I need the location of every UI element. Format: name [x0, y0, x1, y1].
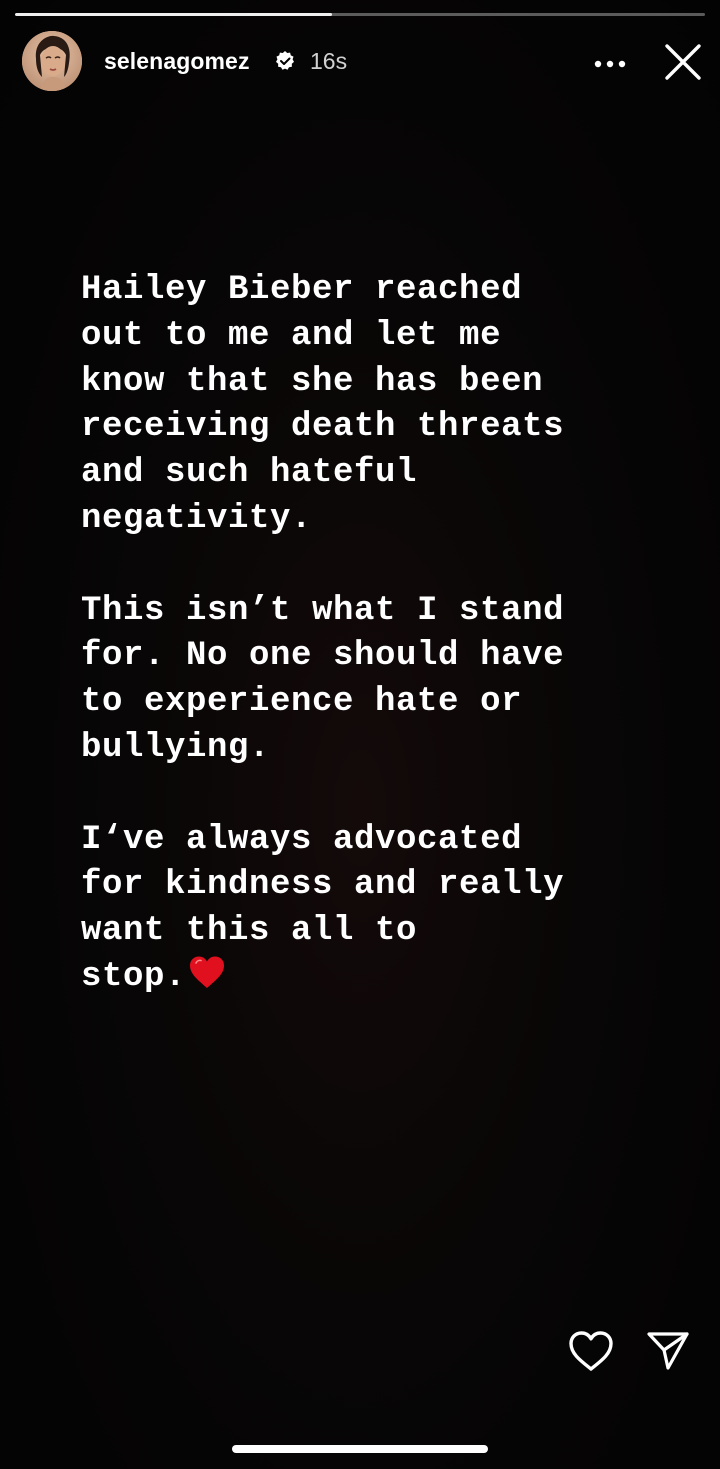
story-progress-bar [15, 13, 705, 16]
story-paragraph: This isn’t what I stand for. No one shou… [81, 591, 565, 767]
story-paragraph-text: I‘ve always advocated for kindness and r… [81, 820, 565, 996]
verified-badge-icon [274, 50, 296, 72]
avatar[interactable] [22, 31, 82, 91]
story-header: selenagomez 16s [20, 30, 710, 92]
red-heart-emoji [188, 955, 226, 989]
story-paragraph: I‘ve always advocated for kindness and r… [81, 818, 681, 1001]
story-timestamp: 16s [310, 48, 348, 74]
paper-plane-icon[interactable] [646, 1330, 690, 1372]
username[interactable]: selenagomez [104, 48, 250, 75]
story-progress-fill [15, 13, 333, 16]
story-viewer[interactable]: selenagomez 16s Hailey Bieber reached ou… [0, 0, 720, 1469]
story-paragraph: Hailey Bieber reached out to me and let … [81, 271, 565, 538]
more-options-icon[interactable] [593, 56, 627, 68]
story-text-block: Hailey Bieber reached out to me and let … [81, 268, 681, 1047]
heart-outline-icon[interactable] [568, 1330, 614, 1372]
close-icon[interactable] [664, 43, 702, 81]
home-indicator[interactable] [232, 1445, 488, 1453]
